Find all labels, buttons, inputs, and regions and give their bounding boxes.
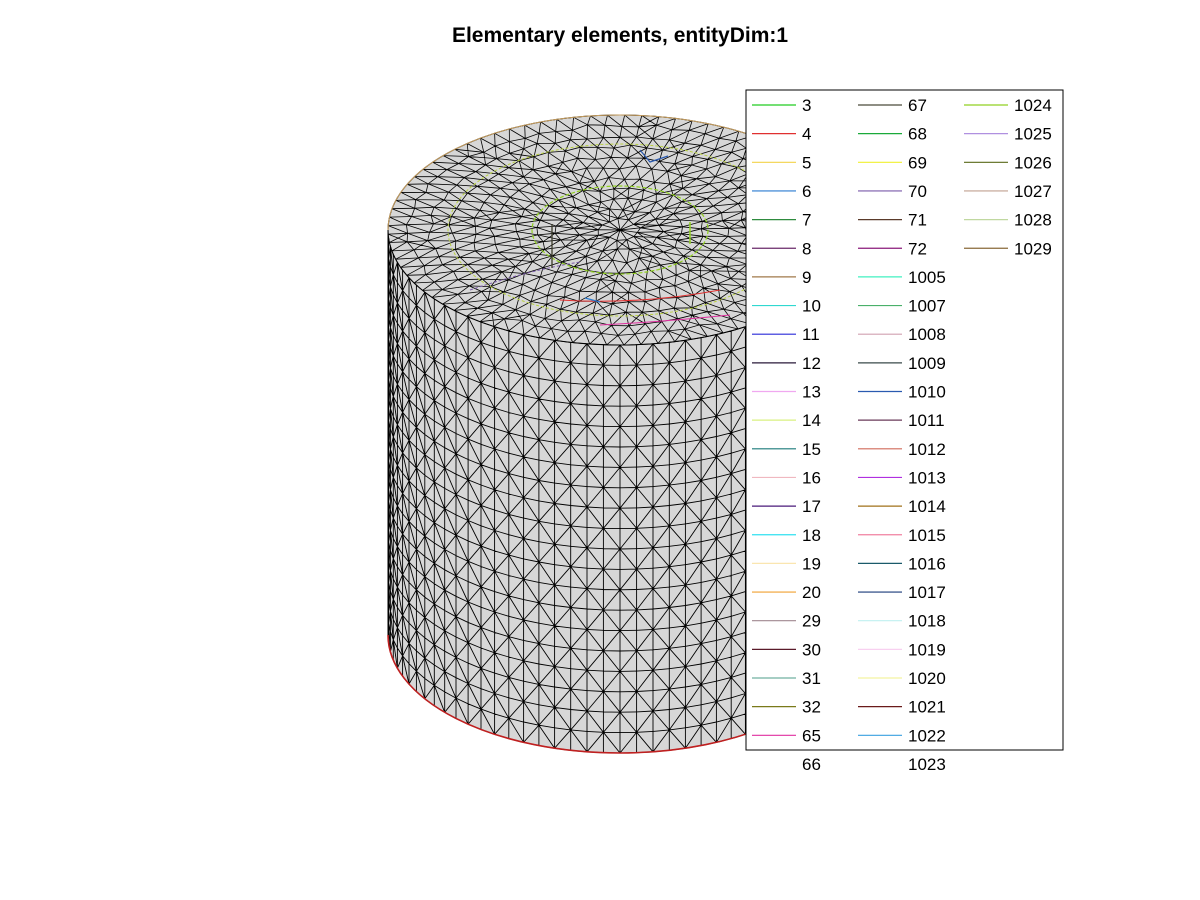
legend-label-1010: 1010 [908, 383, 946, 402]
legend-label-9: 9 [802, 268, 811, 287]
legend-label-1014: 1014 [908, 497, 946, 516]
legend-label-72: 72 [908, 239, 927, 258]
legend-label-1025: 1025 [1014, 125, 1052, 144]
legend-label-8: 8 [802, 239, 811, 258]
legend-label-12: 12 [802, 354, 821, 373]
legend-label-67: 67 [908, 96, 927, 115]
figure-canvas: Elementary elements, entityDim:1 3456789… [387, 24, 1064, 774]
legend-label-1009: 1009 [908, 354, 946, 373]
figure-title: Elementary elements, entityDim:1 [452, 24, 788, 47]
legend-label-1015: 1015 [908, 526, 946, 545]
legend-label-65: 65 [802, 726, 821, 745]
legend-label-1020: 1020 [908, 669, 946, 688]
legend-label-18: 18 [802, 526, 821, 545]
legend-label-1019: 1019 [908, 640, 946, 659]
legend-label-1008: 1008 [908, 325, 946, 344]
legend-label-16: 16 [802, 468, 821, 487]
legend-label-17: 17 [802, 497, 821, 516]
legend-label-1007: 1007 [908, 297, 946, 316]
legend-label-11: 11 [802, 325, 820, 344]
legend-label-1022: 1022 [908, 726, 946, 745]
legend-label-69: 69 [908, 153, 927, 172]
legend-label-30: 30 [802, 640, 821, 659]
legend-label-1016: 1016 [908, 554, 946, 573]
legend-label-1027: 1027 [1014, 182, 1052, 201]
legend-label-66: 66 [802, 755, 821, 774]
legend-label-1029: 1029 [1014, 239, 1052, 258]
legend-label-1005: 1005 [908, 268, 946, 287]
legend-label-6: 6 [802, 182, 811, 201]
legend-label-31: 31 [802, 669, 821, 688]
legend-label-4: 4 [802, 125, 811, 144]
legend-label-20: 20 [802, 583, 821, 602]
legend-label-1028: 1028 [1014, 211, 1052, 230]
legend-label-7: 7 [802, 211, 811, 230]
legend-label-3: 3 [802, 96, 811, 115]
legend: 3456789101112131415161718192029303132656… [745, 89, 1064, 774]
legend-label-1026: 1026 [1014, 153, 1052, 172]
legend-label-1018: 1018 [908, 612, 946, 631]
legend-label-19: 19 [802, 554, 821, 573]
legend-label-70: 70 [908, 182, 927, 201]
legend-label-10: 10 [802, 297, 821, 316]
legend-label-71: 71 [908, 211, 927, 230]
legend-label-5: 5 [802, 153, 811, 172]
legend-label-1012: 1012 [908, 440, 946, 459]
legend-label-68: 68 [908, 125, 927, 144]
legend-label-1021: 1021 [908, 698, 946, 717]
legend-label-29: 29 [802, 612, 821, 631]
legend-label-1023: 1023 [908, 755, 946, 774]
legend-label-1024: 1024 [1014, 96, 1052, 115]
legend-label-14: 14 [802, 411, 821, 430]
legend-label-13: 13 [802, 383, 821, 402]
legend-label-15: 15 [802, 440, 821, 459]
legend-label-1017: 1017 [908, 583, 946, 602]
legend-label-1013: 1013 [908, 468, 946, 487]
legend-label-32: 32 [802, 698, 821, 717]
legend-label-1011: 1011 [908, 411, 945, 430]
